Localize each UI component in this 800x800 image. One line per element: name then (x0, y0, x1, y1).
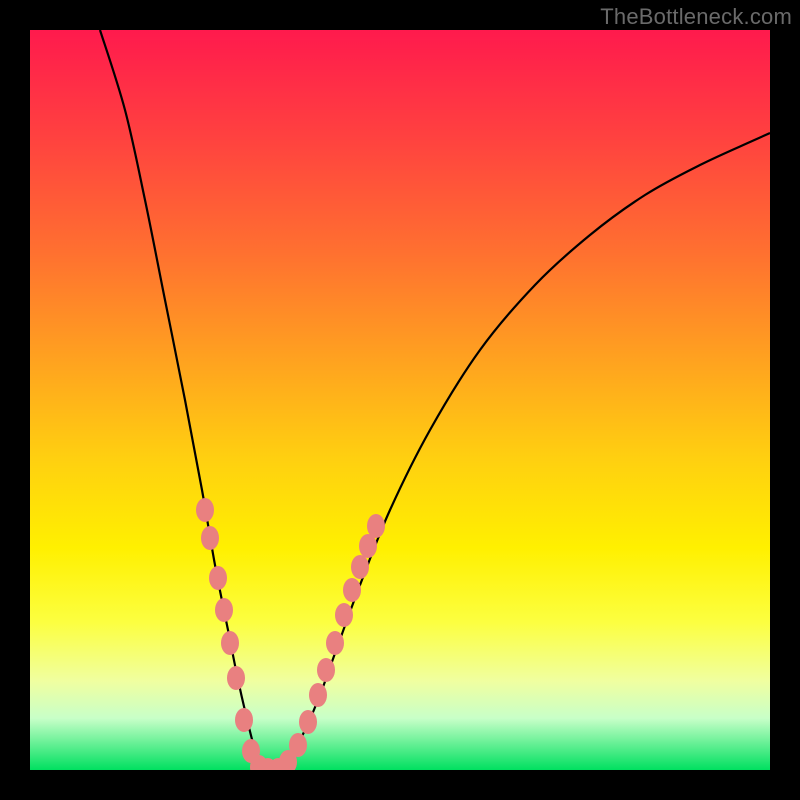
bottleneck-curve (100, 30, 770, 768)
data-marker (227, 666, 245, 690)
plot-svg (30, 30, 770, 770)
plot-frame (30, 30, 770, 770)
marker-group (196, 498, 385, 770)
watermark-text: TheBottleneck.com (600, 4, 792, 30)
data-marker (196, 498, 214, 522)
data-marker (335, 603, 353, 627)
data-marker (215, 598, 233, 622)
data-marker (299, 710, 317, 734)
data-marker (209, 566, 227, 590)
data-marker (235, 708, 253, 732)
data-marker (317, 658, 335, 682)
data-marker (343, 578, 361, 602)
data-marker (309, 683, 327, 707)
data-marker (289, 733, 307, 757)
data-marker (367, 514, 385, 538)
data-marker (201, 526, 219, 550)
data-marker (221, 631, 239, 655)
data-marker (326, 631, 344, 655)
data-marker (351, 555, 369, 579)
